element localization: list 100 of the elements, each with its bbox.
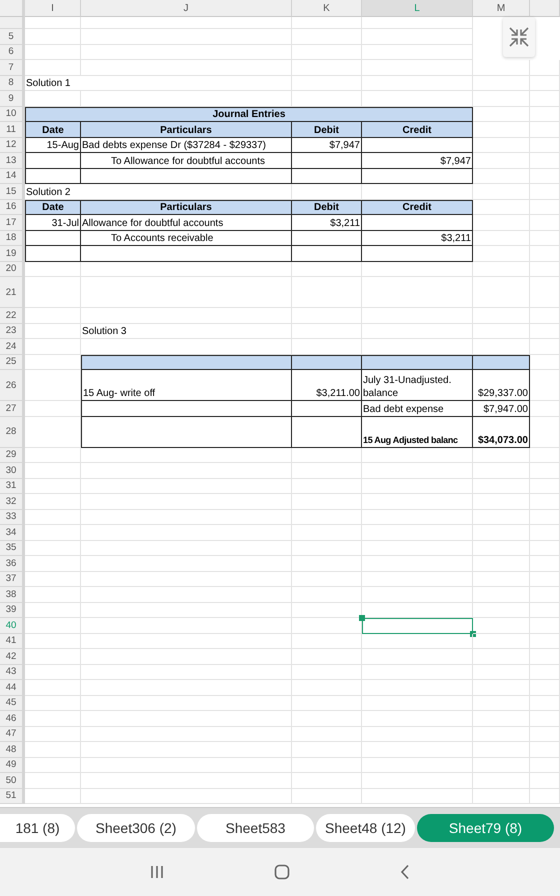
sheet-tab[interactable]: 181 (8): [0, 814, 75, 842]
grid-cell[interactable]: [81, 525, 292, 540]
row-header[interactable]: 32: [0, 494, 25, 510]
grid-cell[interactable]: [292, 510, 362, 525]
grid-cell[interactable]: [362, 525, 473, 540]
grid-cell[interactable]: [473, 324, 530, 339]
table-cell[interactable]: [292, 401, 362, 416]
row-header[interactable]: 37: [0, 572, 25, 587]
grid-cell[interactable]: [81, 308, 292, 324]
table-cell[interactable]: 15-Aug: [25, 138, 81, 153]
grid-cell[interactable]: [292, 324, 362, 339]
grid-cell[interactable]: [362, 726, 473, 742]
table-cell[interactable]: [81, 401, 292, 416]
grid-cell[interactable]: [473, 448, 530, 463]
grid-cell[interactable]: [530, 153, 560, 168]
home-icon[interactable]: [274, 864, 290, 880]
grid-cell[interactable]: [81, 788, 292, 804]
row-header[interactable]: [0, 17, 25, 29]
column-header[interactable]: M: [473, 0, 530, 17]
grid-cell[interactable]: [362, 308, 473, 324]
grid-cell[interactable]: [473, 742, 530, 758]
column-header[interactable]: [530, 0, 560, 17]
sheet-tab[interactable]: Sheet583: [197, 814, 314, 842]
grid-cell[interactable]: [81, 634, 292, 649]
grid-cell[interactable]: [530, 262, 560, 277]
grid-cell[interactable]: [25, 711, 81, 726]
grid-cell[interactable]: [25, 60, 81, 76]
grid-cell[interactable]: [25, 634, 81, 649]
table-cell[interactable]: $3,211: [292, 215, 362, 230]
grid-cell[interactable]: [292, 649, 362, 664]
grid-cell[interactable]: [25, 308, 81, 324]
grid-cell[interactable]: [81, 556, 292, 572]
grid-cell[interactable]: [362, 711, 473, 726]
grid-cell[interactable]: [362, 556, 473, 572]
row-header[interactable]: 27: [0, 401, 25, 416]
grid-cell[interactable]: [530, 122, 560, 138]
grid-cell[interactable]: [292, 448, 362, 463]
grid-cell[interactable]: [530, 370, 560, 401]
column-header[interactable]: I: [25, 0, 81, 17]
grid-cell[interactable]: [473, 262, 530, 277]
grid-cell[interactable]: [530, 168, 560, 184]
grid-cell[interactable]: [25, 680, 81, 696]
table-cell[interactable]: [292, 246, 362, 262]
grid-cell[interactable]: [25, 572, 81, 587]
grid-cell[interactable]: [530, 463, 560, 478]
row-header[interactable]: 34: [0, 525, 25, 540]
grid-cell[interactable]: [362, 587, 473, 602]
row-header[interactable]: 13: [0, 153, 25, 168]
grid-cell[interactable]: [530, 215, 560, 230]
selection-handle[interactable]: [359, 615, 365, 621]
grid-cell[interactable]: [81, 758, 292, 773]
grid-cell[interactable]: [362, 60, 473, 76]
grid-cell[interactable]: [362, 540, 473, 556]
table-cell[interactable]: $3,211.00: [292, 370, 362, 401]
grid-cell[interactable]: [292, 277, 362, 308]
grid-cell[interactable]: [473, 463, 530, 478]
recents-icon[interactable]: [150, 865, 164, 879]
grid-cell[interactable]: [292, 758, 362, 773]
grid-cell[interactable]: [530, 758, 560, 773]
grid-cell[interactable]: [530, 742, 560, 758]
grid-cell[interactable]: [25, 478, 81, 494]
row-header[interactable]: 21: [0, 277, 25, 308]
row-header[interactable]: 6: [0, 44, 25, 60]
grid-cell[interactable]: [362, 262, 473, 277]
grid-cell[interactable]: [473, 153, 530, 168]
grid-cell[interactable]: [25, 618, 81, 634]
table-cell[interactable]: [362, 168, 473, 184]
table-cell[interactable]: Bad debts expense Dr ($37284 - $29337): [81, 138, 292, 153]
row-header[interactable]: 19: [0, 246, 25, 262]
table-cell[interactable]: $7,947: [292, 138, 362, 153]
grid-cell[interactable]: [292, 788, 362, 804]
grid-cell[interactable]: [25, 540, 81, 556]
grid-cell[interactable]: [362, 742, 473, 758]
grid-cell[interactable]: [25, 525, 81, 540]
row-header[interactable]: 46: [0, 711, 25, 726]
grid-cell[interactable]: [292, 773, 362, 788]
table-cell[interactable]: To Allowance for doubtful accounts: [81, 153, 292, 168]
row-header[interactable]: 28: [0, 416, 25, 448]
grid-cell[interactable]: [25, 556, 81, 572]
grid-cell[interactable]: [530, 200, 560, 215]
row-header[interactable]: 16: [0, 200, 25, 215]
grid-cell[interactable]: [530, 711, 560, 726]
grid-cell[interactable]: [473, 478, 530, 494]
grid-cell[interactable]: [530, 556, 560, 572]
grid-cell[interactable]: [25, 339, 81, 354]
grid-cell[interactable]: [473, 587, 530, 602]
grid-cell[interactable]: [362, 494, 473, 510]
grid-cell[interactable]: [473, 184, 530, 200]
table-cell[interactable]: 15 Aug Adjusted balanc: [362, 416, 473, 448]
grid-cell[interactable]: [292, 696, 362, 711]
grid-cell[interactable]: [25, 649, 81, 664]
grid-cell[interactable]: [292, 463, 362, 478]
grid-cell[interactable]: [81, 680, 292, 696]
grid-cell[interactable]: [292, 262, 362, 277]
grid-cell[interactable]: [530, 478, 560, 494]
grid-cell[interactable]: [362, 649, 473, 664]
grid-cell[interactable]: [473, 649, 530, 664]
grid-cell[interactable]: [530, 634, 560, 649]
grid-cell[interactable]: [81, 277, 292, 308]
row-header[interactable]: 7: [0, 60, 25, 76]
